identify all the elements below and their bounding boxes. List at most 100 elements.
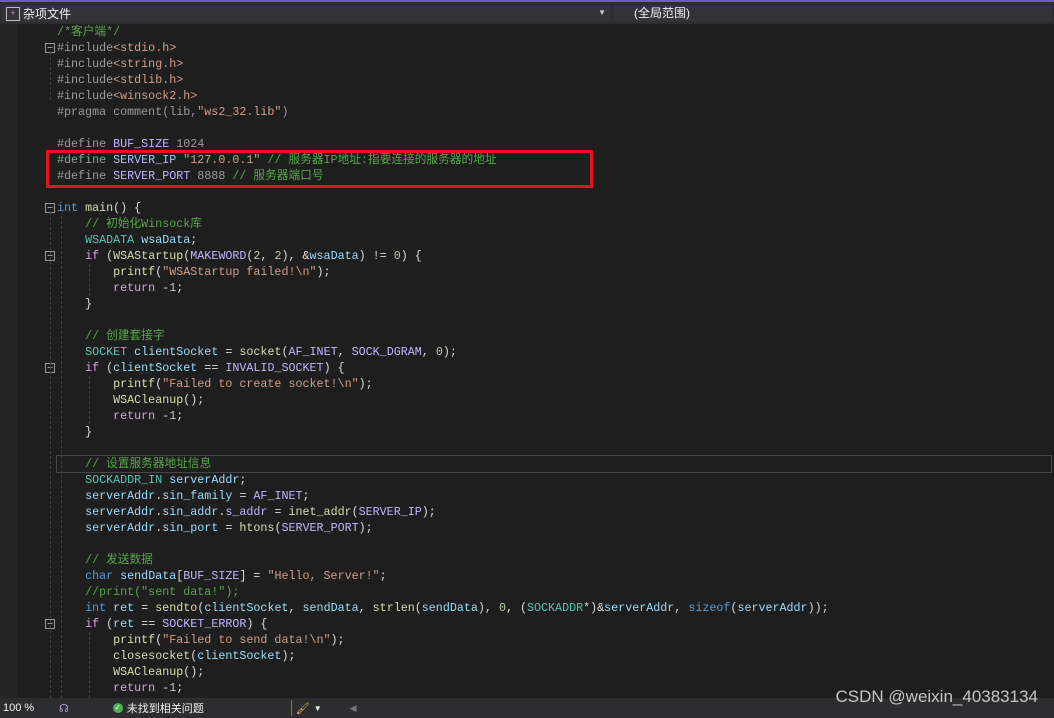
code-token: clientSocket	[197, 649, 282, 663]
code-token: );	[442, 345, 457, 359]
code-line[interactable]: int ret = sendto (clientSocket, sendData,…	[57, 600, 829, 616]
code-token: //print("sent data!");	[85, 585, 240, 599]
copilot-icon[interactable]: ☊	[59, 702, 69, 715]
chevron-down-icon[interactable]: ▼	[314, 704, 322, 713]
code-token: ,	[358, 601, 373, 615]
code-token: int	[57, 201, 79, 215]
code-line[interactable]: // 创建套接字	[57, 328, 164, 344]
indent-guide	[89, 264, 90, 296]
code-line[interactable]: }	[57, 424, 92, 440]
code-line[interactable]: printf("WSAStartup failed!\n");	[57, 264, 330, 280]
code-line[interactable]: #include<string.h>	[57, 56, 183, 72]
code-line[interactable]: char sendData[BUF_SIZE] = "Hello, Server…	[57, 568, 387, 584]
code-token: ,	[260, 249, 275, 263]
code-line[interactable]: #include<winsock2.h>	[57, 88, 197, 104]
code-token: ;	[239, 473, 247, 487]
code-line[interactable]: closesocket(clientSocket);	[57, 648, 295, 664]
code-token: SOCKET	[85, 345, 128, 359]
code-token: -	[155, 409, 170, 423]
issues-status[interactable]: 未找到相关问题	[127, 700, 287, 716]
code-token: ) {	[400, 249, 422, 263]
code-token: (	[99, 249, 114, 263]
code-line[interactable]: WSADATA wsaData;	[57, 232, 197, 248]
code-line[interactable]: return -1;	[57, 680, 183, 696]
code-token: BUF_SIZE	[183, 569, 240, 583]
code-line[interactable]: /*客户端*/	[57, 24, 120, 40]
code-token: SERVER_IP	[358, 505, 422, 519]
code-token: clientSocket	[204, 601, 289, 615]
code-token: s_addr	[225, 505, 268, 519]
code-token: char	[85, 569, 114, 583]
code-token: =	[232, 489, 254, 503]
scope-dropdown[interactable]: (全局范围)	[614, 5, 1052, 22]
code-line[interactable]: SOCKET clientSocket = socket(AF_INET, SO…	[57, 344, 457, 360]
indent-guide	[50, 212, 51, 698]
code-token: /*客户端*/	[57, 25, 121, 39]
code-line[interactable]: WSACleanup();	[57, 392, 204, 408]
code-token: socket	[239, 345, 282, 359]
code-token: main	[85, 201, 114, 215]
code-line[interactable]: serverAddr.sin_port = htons(SERVER_PORT)…	[57, 520, 373, 536]
code-line[interactable]: serverAddr.sin_addr.s_addr = inet_addr(S…	[57, 504, 436, 520]
code-token: ;	[176, 281, 184, 295]
code-editor[interactable]: /*客户端*/#include<stdio.h> #include<string.…	[0, 24, 1054, 698]
code-token: ;	[176, 409, 184, 423]
code-line[interactable]: serverAddr.sin_family = AF_INET;	[57, 488, 309, 504]
code-token: =	[218, 345, 240, 359]
chevron-down-icon[interactable]: ▼	[598, 8, 606, 17]
zoom-level-dropdown[interactable]: 100 %	[0, 702, 55, 714]
project-dropdown[interactable]: + 杂项文件 ▼	[2, 5, 610, 22]
code-token: );	[281, 649, 296, 663]
code-token: serverAddr	[169, 473, 240, 487]
code-token: ), &	[281, 249, 310, 263]
code-token: "Hello, Server!"	[267, 569, 380, 583]
current-line-highlight	[56, 455, 1052, 473]
code-token: if	[85, 617, 100, 631]
code-token: )	[281, 105, 289, 119]
code-line[interactable]: printf("Failed to create socket!\n");	[57, 376, 373, 392]
code-token: "Failed to send data!\n"	[162, 633, 331, 647]
code-token: );	[330, 633, 345, 647]
code-token: (	[351, 505, 359, 519]
code-token: sin_port	[162, 521, 219, 535]
code-line[interactable]: printf("Failed to send data!\n");	[57, 632, 345, 648]
code-token: #include	[57, 41, 114, 55]
code-line[interactable]: // 初始化Winsock库	[57, 216, 202, 232]
code-token: ,	[337, 345, 352, 359]
code-token: "Failed to create socket!\n"	[162, 377, 359, 391]
code-token: () {	[113, 201, 142, 215]
code-line[interactable]: return -1;	[57, 280, 183, 296]
code-token: }	[57, 297, 93, 311]
code-token: ;	[176, 681, 184, 695]
code-line[interactable]: }	[57, 296, 92, 312]
annotation-highlight-box	[46, 150, 593, 188]
code-line[interactable]: #include<stdio.h>	[57, 40, 176, 56]
code-line[interactable]: int main() {	[57, 200, 141, 216]
code-line[interactable]: if (ret == SOCKET_ERROR) {	[57, 616, 267, 632]
code-line[interactable]: if (clientSocket == INVALID_SOCKET) {	[57, 360, 345, 376]
code-token: =	[267, 505, 289, 519]
code-token: ));	[807, 601, 829, 615]
code-token: SOCKADDR	[527, 601, 584, 615]
code-line[interactable]: if (WSAStartup(MAKEWORD(2, 2), &wsaData)…	[57, 248, 422, 264]
code-token: (	[99, 361, 114, 375]
code-line[interactable]: WSACleanup();	[57, 664, 204, 680]
code-line[interactable]: #pragma comment(lib,"ws2_32.lib")	[57, 104, 288, 120]
code-line[interactable]: #include<stdlib.h>	[57, 72, 183, 88]
code-token: ret	[113, 601, 135, 615]
code-token: sin_addr	[162, 505, 219, 519]
code-line[interactable]: // 发送数据	[57, 552, 153, 568]
code-line[interactable]: //print("sent data!");	[57, 584, 239, 600]
code-cleanup-icon[interactable]: 🖌	[296, 702, 310, 715]
scroll-left-icon[interactable]: ◀	[350, 703, 357, 714]
code-token: clientSocket	[134, 345, 219, 359]
code-token: ) !=	[358, 249, 394, 263]
code-token: SOCKET_ERROR	[162, 617, 247, 631]
code-token: ();	[183, 665, 205, 679]
code-token: wsaData	[309, 249, 359, 263]
code-line[interactable]: SOCKADDR_IN serverAddr;	[57, 472, 246, 488]
code-line[interactable]: return -1;	[57, 408, 183, 424]
